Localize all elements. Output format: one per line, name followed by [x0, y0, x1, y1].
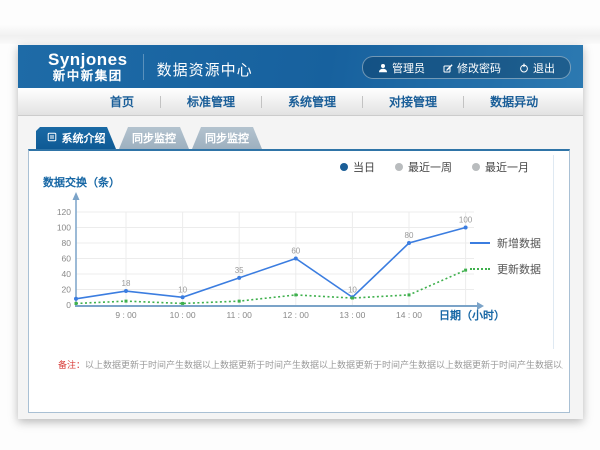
- page-background-band: [0, 24, 600, 44]
- tab-label: 同步监控: [205, 130, 249, 146]
- radio-dot: [395, 163, 403, 171]
- user-icon: [378, 63, 388, 73]
- svg-text:35: 35: [235, 266, 244, 275]
- tab-system-intro[interactable]: 系统介绍: [36, 127, 116, 149]
- company-logo[interactable]: Synjones 新中新集团: [48, 50, 128, 84]
- change-password-button[interactable]: 修改密码: [434, 60, 510, 76]
- radio-label: 当日: [353, 159, 375, 175]
- svg-text:80: 80: [62, 238, 72, 248]
- svg-text:10 : 00: 10 : 00: [170, 310, 196, 320]
- radio-dot: [472, 163, 480, 171]
- svg-text:13 : 00: 13 : 00: [339, 310, 365, 320]
- nav-item-interface-mgmt[interactable]: 对接管理: [363, 93, 463, 110]
- logout-button[interactable]: 退出: [510, 60, 564, 76]
- user-label: 管理员: [392, 60, 425, 76]
- svg-text:18: 18: [122, 279, 131, 288]
- chart-panel: 当日 最近一周 最近一月 数据交换（条） 0 20 40 60 80 100 120 9 : …: [28, 149, 570, 413]
- radio-last-week[interactable]: 最近一周: [395, 159, 452, 175]
- svg-text:11 : 00: 11 : 00: [227, 310, 253, 320]
- svg-text:10: 10: [348, 285, 357, 294]
- solid-line-swatch: [470, 242, 490, 244]
- svg-text:40: 40: [62, 269, 72, 279]
- svg-text:100: 100: [57, 223, 71, 233]
- power-icon: [519, 63, 529, 73]
- radio-today[interactable]: 当日: [340, 159, 375, 175]
- legend-label: 新增数据: [497, 235, 541, 251]
- svg-text:120: 120: [57, 207, 71, 217]
- nav-item-system-mgmt[interactable]: 系统管理: [262, 93, 362, 110]
- footnote: 备注：以上数据更新于时间产生数据以上数据更新于时间产生数据以上数据更新于时间产生…: [58, 358, 563, 371]
- logo-text-en: Synjones: [48, 50, 128, 70]
- svg-text:10: 10: [178, 285, 187, 294]
- radio-label: 最近一周: [408, 159, 452, 175]
- change-password-label: 修改密码: [457, 60, 501, 76]
- footnote-prefix: 备注：: [58, 360, 85, 370]
- user-menu-button[interactable]: 管理员: [369, 60, 434, 76]
- radio-label: 最近一月: [485, 159, 529, 175]
- legend-item-update-data[interactable]: 更新数据: [470, 261, 541, 277]
- user-actions-group: 管理员 修改密码 退出: [362, 56, 571, 79]
- tab-bar: 系统介绍 同步监控 同步监控: [36, 127, 570, 149]
- svg-text:14 : 00: 14 : 00: [396, 310, 422, 320]
- svg-text:9 : 00: 9 : 00: [115, 310, 137, 320]
- chart-legend: 新增数据 更新数据: [470, 235, 541, 277]
- footnote-text: 以上数据更新于时间产生数据以上数据更新于时间产生数据以上数据更新于时间产生数据以…: [85, 360, 563, 370]
- tab-sync-monitor-1[interactable]: 同步监控: [119, 127, 189, 149]
- logout-label: 退出: [533, 60, 555, 76]
- edit-icon: [443, 63, 453, 73]
- header-divider: [143, 54, 144, 80]
- radio-last-month[interactable]: 最近一月: [472, 159, 529, 175]
- legend-item-new-data[interactable]: 新增数据: [470, 235, 541, 251]
- svg-text:20: 20: [62, 285, 72, 295]
- nav-item-data-change[interactable]: 数据异动: [464, 93, 564, 110]
- svg-text:60: 60: [62, 254, 72, 264]
- time-range-filter: 当日 最近一周 最近一月: [340, 159, 529, 175]
- app-header: Synjones 新中新集团 数据资源中心 管理员 修改密码: [18, 45, 583, 88]
- line-chart: 0 20 40 60 80 100 120 9 : 00 10 : 00 11 : 00 12 : …: [29, 191, 529, 325]
- main-nav: 首页 标准管理 系统管理 对接管理 数据异动: [18, 88, 583, 116]
- radio-dot-selected: [340, 163, 348, 171]
- tab-sync-monitor-2[interactable]: 同步监控: [192, 127, 262, 149]
- tab-label: 系统介绍: [62, 130, 106, 146]
- content-area: 系统介绍 同步监控 同步监控 当日 最近一周: [18, 116, 583, 421]
- nav-item-standard-mgmt[interactable]: 标准管理: [161, 93, 261, 110]
- svg-text:80: 80: [405, 231, 414, 240]
- page-title: 数据资源中心: [157, 59, 253, 80]
- y-axis-title: 数据交换（条）: [43, 174, 120, 190]
- svg-text:60: 60: [291, 247, 300, 256]
- svg-text:日期（小时）: 日期（小时）: [439, 308, 505, 322]
- nav-item-home[interactable]: 首页: [84, 93, 160, 110]
- logo-text-cn: 新中新集团: [48, 69, 128, 83]
- dotted-line-swatch: [470, 268, 490, 270]
- legend-label: 更新数据: [497, 261, 541, 277]
- document-icon: [47, 132, 57, 145]
- panel-vertical-divider: [553, 155, 554, 349]
- svg-text:100: 100: [459, 216, 473, 225]
- tab-label: 同步监控: [132, 130, 176, 146]
- svg-text:0: 0: [66, 300, 71, 310]
- svg-text:12 : 00: 12 : 00: [283, 310, 309, 320]
- app-window: Synjones 新中新集团 数据资源中心 管理员 修改密码: [18, 45, 583, 419]
